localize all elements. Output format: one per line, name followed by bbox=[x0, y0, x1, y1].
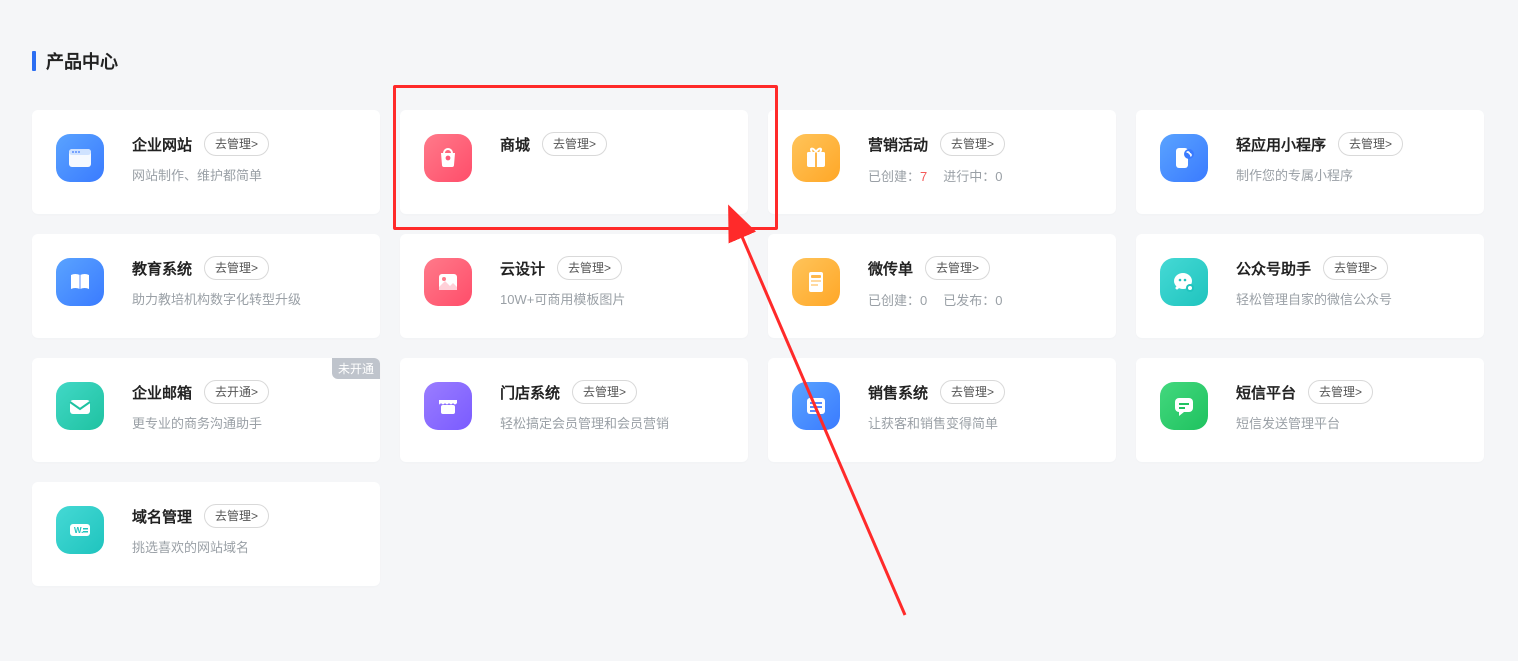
card-stats: 已创建：0 已发布：0 bbox=[868, 290, 1092, 309]
flyer-page-icon bbox=[792, 258, 840, 306]
gift-icon bbox=[792, 134, 840, 182]
card-mall[interactable]: 商城 去管理> bbox=[400, 110, 748, 214]
book-icon bbox=[56, 258, 104, 306]
card-desc: 让获客和销售变得简单 bbox=[868, 414, 1092, 434]
manage-button[interactable]: 去管理> bbox=[1338, 132, 1403, 156]
manage-button[interactable]: 去管理> bbox=[204, 256, 269, 280]
card-desc: 制作您的专属小程序 bbox=[1236, 166, 1460, 186]
card-marketing[interactable]: 营销活动 去管理> 已创建：7 进行中：0 bbox=[768, 110, 1116, 214]
stat-value: 7 bbox=[920, 169, 927, 184]
manage-button[interactable]: 去管理> bbox=[1308, 380, 1373, 404]
browser-window-icon bbox=[56, 134, 104, 182]
card-title: 营销活动 bbox=[868, 134, 928, 155]
list-lines-icon bbox=[792, 382, 840, 430]
card-desc: 挑选喜欢的网站域名 bbox=[132, 538, 356, 558]
not-open-badge: 未开通 bbox=[332, 358, 380, 379]
card-title: 短信平台 bbox=[1236, 382, 1296, 403]
card-title: 企业邮箱 bbox=[132, 382, 192, 403]
manage-button[interactable]: 去管理> bbox=[542, 132, 607, 156]
stat-label: 已创建： bbox=[868, 169, 920, 184]
card-title: 教育系统 bbox=[132, 258, 192, 279]
card-desc: 网站制作、维护都简单 bbox=[132, 166, 356, 186]
card-title: 商城 bbox=[500, 134, 530, 155]
manage-button[interactable]: 去管理> bbox=[572, 380, 637, 404]
envelope-icon bbox=[56, 382, 104, 430]
stat-value: 0 bbox=[995, 169, 1002, 184]
card-store[interactable]: 门店系统 去管理> 轻松搞定会员管理和会员营销 bbox=[400, 358, 748, 462]
stat-label: 已发布： bbox=[943, 293, 995, 308]
picture-icon bbox=[424, 258, 472, 306]
open-button[interactable]: 去开通> bbox=[204, 380, 269, 404]
card-desc: 助力教培机构数字化转型升级 bbox=[132, 290, 356, 310]
card-website[interactable]: 企业网站 去管理> 网站制作、维护都简单 bbox=[32, 110, 380, 214]
card-title: 云设计 bbox=[500, 258, 545, 279]
manage-button[interactable]: 去管理> bbox=[940, 380, 1005, 404]
manage-button[interactable]: 去管理> bbox=[204, 132, 269, 156]
card-sales[interactable]: 销售系统 去管理> 让获客和销售变得简单 bbox=[768, 358, 1116, 462]
card-desc: 10W+可商用模板图片 bbox=[500, 290, 724, 310]
manage-button[interactable]: 去管理> bbox=[925, 256, 990, 280]
stat-label: 已创建： bbox=[868, 293, 920, 308]
card-desc: 轻松搞定会员管理和会员营销 bbox=[500, 414, 724, 434]
domain-w-icon: W. bbox=[56, 506, 104, 554]
card-flyer[interactable]: 微传单 去管理> 已创建：0 已发布：0 bbox=[768, 234, 1116, 338]
card-stats: 已创建：7 进行中：0 bbox=[868, 166, 1092, 185]
card-title: 微传单 bbox=[868, 258, 913, 279]
card-desc: 短信发送管理平台 bbox=[1236, 414, 1460, 434]
stat-label: 进行中： bbox=[943, 169, 995, 184]
card-desc: 轻松管理自家的微信公众号 bbox=[1236, 290, 1460, 310]
chat-bubble-icon bbox=[1160, 382, 1208, 430]
miniapp-icon bbox=[1160, 134, 1208, 182]
card-title: 企业网站 bbox=[132, 134, 192, 155]
card-title: 轻应用小程序 bbox=[1236, 134, 1326, 155]
card-title: 门店系统 bbox=[500, 382, 560, 403]
manage-button[interactable]: 去管理> bbox=[1323, 256, 1388, 280]
section-header-bar bbox=[32, 51, 36, 71]
card-sms[interactable]: 短信平台 去管理> 短信发送管理平台 bbox=[1136, 358, 1484, 462]
manage-button[interactable]: 去管理> bbox=[204, 504, 269, 528]
card-design[interactable]: 云设计 去管理> 10W+可商用模板图片 bbox=[400, 234, 748, 338]
card-miniapp[interactable]: 轻应用小程序 去管理> 制作您的专属小程序 bbox=[1136, 110, 1484, 214]
shopping-bag-icon bbox=[424, 134, 472, 182]
product-grid: 企业网站 去管理> 网站制作、维护都简单 商城 去管理> bbox=[32, 110, 1486, 586]
section-header: 产品中心 bbox=[32, 48, 1486, 74]
wechat-gear-icon bbox=[1160, 258, 1208, 306]
stat-value: 0 bbox=[920, 293, 927, 308]
card-mail[interactable]: 未开通 企业邮箱 去开通> 更专业的商务沟通助手 bbox=[32, 358, 380, 462]
svg-text:W.: W. bbox=[74, 526, 83, 535]
card-mp[interactable]: 公众号助手 去管理> 轻松管理自家的微信公众号 bbox=[1136, 234, 1484, 338]
manage-button[interactable]: 去管理> bbox=[557, 256, 622, 280]
card-title: 销售系统 bbox=[868, 382, 928, 403]
section-title: 产品中心 bbox=[46, 48, 118, 74]
card-desc: 更专业的商务沟通助手 bbox=[132, 414, 356, 434]
manage-button[interactable]: 去管理> bbox=[940, 132, 1005, 156]
storefront-icon bbox=[424, 382, 472, 430]
card-domain[interactable]: W. 域名管理 去管理> 挑选喜欢的网站域名 bbox=[32, 482, 380, 586]
card-edu[interactable]: 教育系统 去管理> 助力教培机构数字化转型升级 bbox=[32, 234, 380, 338]
stat-value: 0 bbox=[995, 293, 1002, 308]
card-title: 公众号助手 bbox=[1236, 258, 1311, 279]
card-title: 域名管理 bbox=[132, 506, 192, 527]
